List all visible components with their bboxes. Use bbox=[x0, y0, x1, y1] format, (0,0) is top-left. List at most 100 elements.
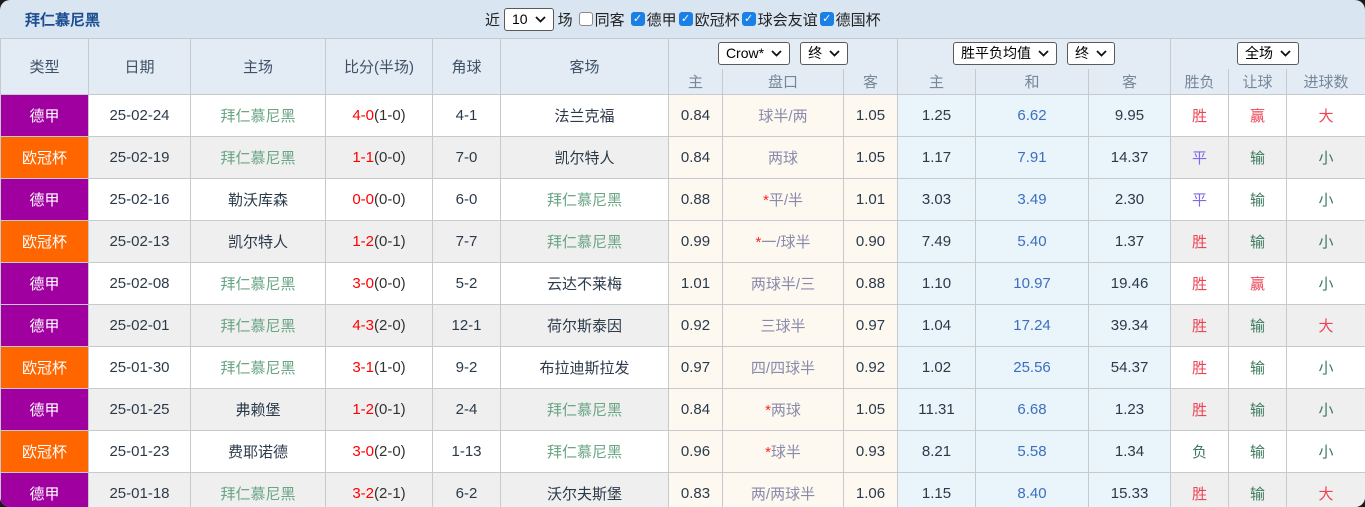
avg-lose: 54.37 bbox=[1088, 346, 1172, 389]
chevron-down-icon bbox=[1280, 50, 1291, 58]
handicap-odds-home: 0.97 bbox=[668, 346, 723, 389]
league-filter-德国杯[interactable]: ✓ 德国杯 bbox=[818, 9, 881, 30]
result-cell: 胜 bbox=[1170, 94, 1230, 137]
handicap-odds-away: 0.90 bbox=[842, 220, 899, 263]
chevron-down-icon bbox=[534, 15, 546, 23]
avg-lose: 1.23 bbox=[1088, 388, 1172, 431]
handicap-odds-home: 0.96 bbox=[668, 430, 723, 473]
filter-controls: 近 10 场 同客 ✓ 德甲 ✓ 欧冠杯 ✓ 球会友谊 ✓ 德国杯 bbox=[485, 7, 881, 31]
competition-badge: 德甲 bbox=[1, 305, 88, 346]
halftime-score: (2-0) bbox=[374, 443, 406, 460]
handicap-odds-away: 0.93 bbox=[842, 430, 899, 473]
halftime-score: (1-0) bbox=[374, 359, 406, 376]
type-badge-cell: 欧冠杯 bbox=[0, 220, 89, 263]
table-row: 欧冠杯 25-02-13 凯尔特人 1-2(0-1) 7-7 拜仁慕尼黑 0.99 *一/球半… bbox=[0, 220, 1365, 263]
avg-lose: 15.33 bbox=[1088, 472, 1172, 507]
league-checkbox[interactable]: ✓ bbox=[819, 12, 834, 26]
handicap-odds-away: 0.92 bbox=[842, 346, 899, 389]
league-filter-球会友谊[interactable]: ✓ 球会友谊 bbox=[740, 9, 818, 30]
corner-score: 6-2 bbox=[432, 472, 501, 507]
away-team: 法兰克福 bbox=[500, 94, 669, 137]
avg-metric-select[interactable]: 胜平负均值 bbox=[953, 42, 1058, 66]
avg-draw: 10.97 bbox=[975, 262, 1090, 305]
avg-draw: 3.49 bbox=[975, 178, 1090, 221]
chevron-down-icon bbox=[1096, 50, 1107, 58]
col-header-corner: 角球 bbox=[432, 38, 501, 95]
bookmaker-select[interactable]: Crow* bbox=[717, 42, 791, 66]
league-checkbox[interactable]: ✓ bbox=[678, 12, 693, 26]
handicap-line: 两球半/三 bbox=[722, 262, 844, 305]
home-team: 拜仁慕尼黑 bbox=[190, 94, 326, 137]
handicap-odds-home: 1.01 bbox=[668, 262, 723, 305]
handicap-odds-home: 0.84 bbox=[668, 388, 723, 431]
match-date: 25-02-13 bbox=[88, 220, 191, 263]
home-team: 拜仁慕尼黑 bbox=[190, 472, 326, 507]
score-cell: 3-0(2-0) bbox=[325, 430, 433, 473]
home-team: 拜仁慕尼黑 bbox=[190, 304, 326, 347]
goals-cell: 小 bbox=[1286, 346, 1365, 389]
sub-header-avg-lose: 客 bbox=[1088, 68, 1172, 95]
sub-header-result: 胜负 bbox=[1170, 68, 1230, 95]
same-away-checkbox-label[interactable]: 同客 bbox=[577, 9, 625, 30]
avg-time-select[interactable]: 终 bbox=[1067, 42, 1116, 66]
star-marker: * bbox=[755, 234, 762, 251]
team-title: 拜仁慕尼黑 bbox=[25, 11, 101, 29]
let-ball-cell: 输 bbox=[1228, 472, 1288, 507]
avg-win: 3.03 bbox=[897, 178, 977, 221]
handicap-odds-home: 0.88 bbox=[668, 178, 723, 221]
fulltime-score: 1-1 bbox=[352, 149, 374, 166]
table-row: 德甲 25-02-24 拜仁慕尼黑 4-0(1-0) 4-1 法兰克福 0.84 球半/两 1.… bbox=[0, 94, 1365, 137]
col-header-away: 客场 bbox=[500, 38, 669, 95]
match-count-value: 10 bbox=[512, 10, 528, 27]
away-team: 布拉迪斯拉发 bbox=[500, 346, 669, 389]
chevron-down-icon bbox=[1038, 50, 1049, 58]
avg-win: 11.31 bbox=[897, 388, 977, 431]
avg-draw: 6.62 bbox=[975, 94, 1090, 137]
star-marker: * bbox=[765, 444, 771, 461]
let-ball-cell: 赢 bbox=[1228, 262, 1288, 305]
league-checkbox-label: 球会友谊 bbox=[757, 11, 818, 29]
match-table: 类型 日期 主场 比分(半场) 角球 客场 Crow* 终 胜平负均值 终 全场… bbox=[0, 38, 1365, 507]
handicap-line: 两/两球半 bbox=[722, 472, 844, 507]
table-row: 欧冠杯 25-01-23 费耶诺德 3-0(2-0) 1-13 拜仁慕尼黑 0.96 *球半 0… bbox=[0, 430, 1365, 473]
same-away-checkbox[interactable] bbox=[578, 12, 593, 26]
handicap-odds-home: 0.83 bbox=[668, 472, 723, 507]
avg-win: 8.21 bbox=[897, 430, 977, 473]
col-header-date: 日期 bbox=[88, 38, 191, 95]
result-cell: 胜 bbox=[1170, 388, 1230, 431]
type-badge-cell: 德甲 bbox=[0, 178, 89, 221]
let-ball-cell: 输 bbox=[1228, 346, 1288, 389]
col-header-score: 比分(半场) bbox=[325, 38, 433, 95]
league-filter-德甲[interactable]: ✓ 德甲 bbox=[629, 9, 677, 30]
same-away-label: 同客 bbox=[594, 11, 625, 29]
score-cell: 4-0(1-0) bbox=[325, 94, 433, 137]
match-count-select[interactable]: 10 bbox=[504, 7, 554, 31]
home-team: 弗赖堡 bbox=[190, 388, 326, 431]
goals-cell: 小 bbox=[1286, 136, 1365, 179]
avg-time-value: 终 bbox=[1075, 45, 1090, 62]
match-date: 25-02-16 bbox=[88, 178, 191, 221]
period-select[interactable]: 全场 bbox=[1237, 42, 1300, 66]
avg-draw: 8.40 bbox=[975, 472, 1090, 507]
col-header-type: 类型 bbox=[0, 38, 89, 95]
league-checkbox[interactable]: ✓ bbox=[630, 12, 645, 26]
corner-score: 4-1 bbox=[432, 94, 501, 137]
avg-lose: 2.30 bbox=[1088, 178, 1172, 221]
let-ball-cell: 输 bbox=[1228, 388, 1288, 431]
goals-cell: 大 bbox=[1286, 304, 1365, 347]
avg-draw: 7.91 bbox=[975, 136, 1090, 179]
league-filter-欧冠杯[interactable]: ✓ 欧冠杯 bbox=[677, 9, 740, 30]
halftime-score: (0-0) bbox=[374, 149, 406, 166]
goals-cell: 小 bbox=[1286, 178, 1365, 221]
goals-cell: 小 bbox=[1286, 430, 1365, 473]
avg-win: 1.17 bbox=[897, 136, 977, 179]
score-cell: 1-1(0-0) bbox=[325, 136, 433, 179]
away-team: 沃尔夫斯堡 bbox=[500, 472, 669, 507]
avg-metric-value: 胜平负均值 bbox=[961, 45, 1032, 62]
league-checkbox-label: 欧冠杯 bbox=[694, 11, 740, 29]
goals-cell: 小 bbox=[1286, 388, 1365, 431]
type-badge-cell: 德甲 bbox=[0, 262, 89, 305]
table-row: 欧冠杯 25-01-30 拜仁慕尼黑 3-1(1-0) 9-2 布拉迪斯拉发 0.97 四/四… bbox=[0, 346, 1365, 389]
league-checkbox[interactable]: ✓ bbox=[741, 12, 756, 26]
bookmaker-time-select[interactable]: 终 bbox=[800, 42, 849, 66]
